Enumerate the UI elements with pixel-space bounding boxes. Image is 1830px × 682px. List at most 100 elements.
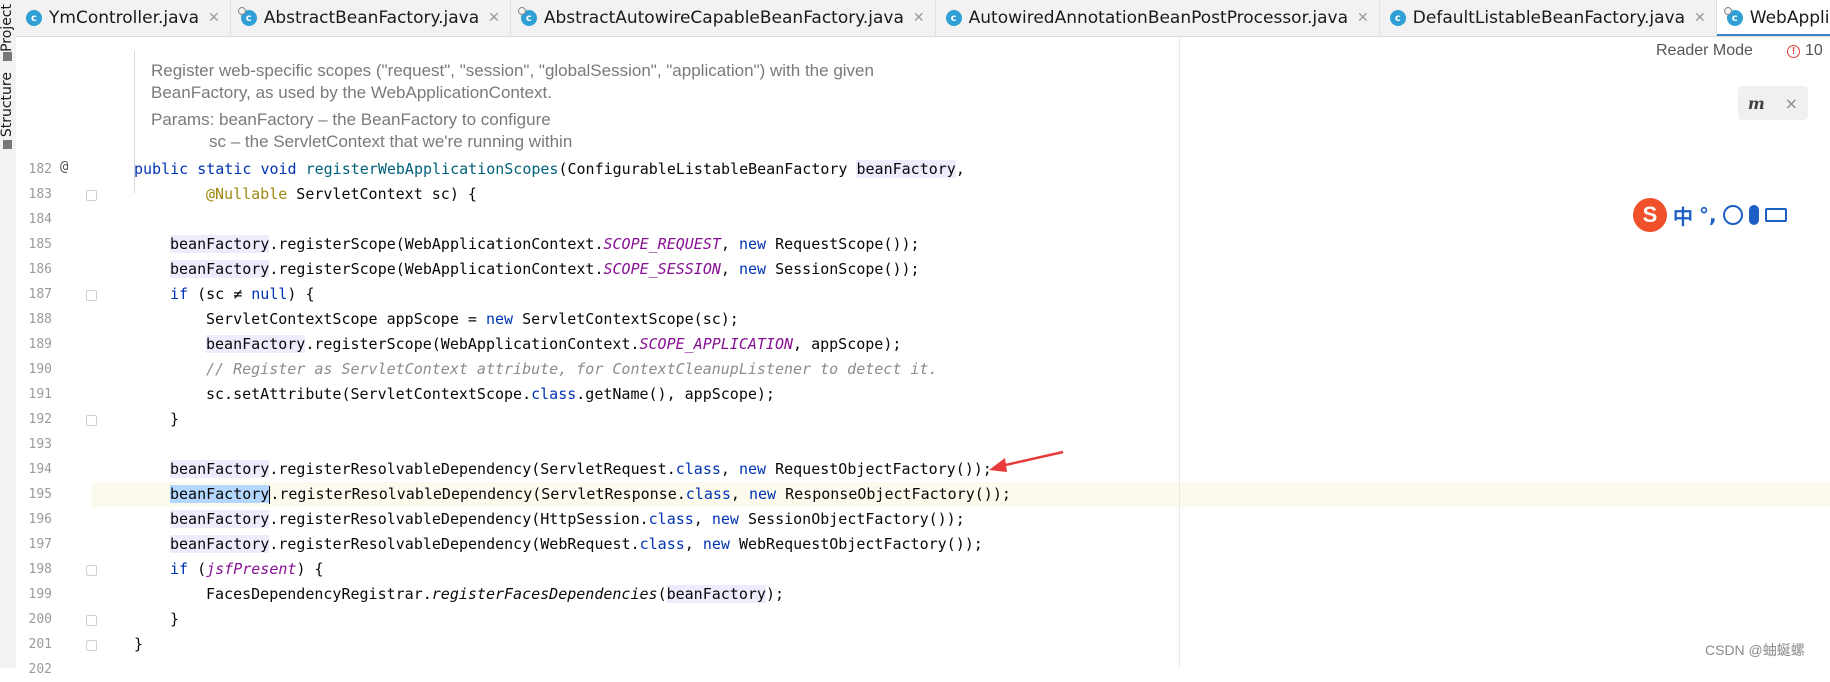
code-text: .registerResolvableDependency(WebRequest…	[269, 535, 640, 553]
code-line-186: beanFactory.registerScope(WebApplication…	[170, 257, 920, 282]
code-line-200: }	[170, 607, 179, 632]
class-icon: c	[237, 7, 257, 26]
line-number: 186	[28, 262, 52, 277]
parameter: beanFactory	[170, 260, 270, 278]
code-text: sc.setAttribute(ServletContextScope.	[206, 385, 532, 403]
code-text: ) {	[287, 285, 315, 303]
code-text: .getName(), appScope);	[576, 385, 775, 403]
close-icon[interactable]: ✕	[1357, 10, 1369, 26]
code-text: RequestObjectFactory());	[766, 460, 992, 478]
line-number: 195	[28, 487, 52, 502]
close-icon[interactable]: ✕	[913, 10, 925, 26]
close-icon[interactable]: ×	[1785, 94, 1798, 113]
code-text: ,	[955, 160, 965, 178]
problems-indicator[interactable]: ! 10	[1787, 42, 1823, 60]
parameter: beanFactory	[170, 535, 270, 553]
microphone-icon[interactable]	[1748, 205, 1759, 225]
parameter: beanFactory	[206, 335, 306, 353]
static-field: jsfPresent	[206, 560, 297, 578]
code-text: }	[170, 610, 180, 628]
arrow-shaft	[1000, 450, 1064, 468]
code-line-194: beanFactory.registerResolvableDependency…	[170, 457, 992, 482]
code-line-189: beanFactory.registerScope(WebApplication…	[206, 332, 901, 357]
watermark: CSDN @蚰蜒螺	[1705, 642, 1805, 658]
line-number: 187	[28, 287, 52, 302]
code-text: }	[134, 635, 144, 653]
keyword: class	[639, 535, 685, 553]
keyword: void	[260, 160, 297, 178]
editor-gutter[interactable]: 182 @ 183 184 185 186 187 188 189 190 19…	[16, 37, 97, 677]
tab-autowiredannotationbeanpostprocessor[interactable]: c AutowiredAnnotationBeanPostProcessor.j…	[936, 0, 1380, 36]
parameter: beanFactory	[666, 585, 766, 603]
keyword: null	[251, 285, 288, 303]
project-panel-tab[interactable]: Project	[0, 4, 15, 52]
code-editor[interactable]: Register web-specific scopes ("request",…	[92, 37, 1830, 668]
tab-ymcontroller[interactable]: c YmController.java ✕	[16, 0, 231, 36]
keyword: new	[702, 535, 730, 553]
line-number: 185	[28, 237, 52, 252]
code-text: ,	[693, 510, 712, 528]
line-number: 194	[28, 462, 52, 477]
static-field: SCOPE_REQUEST	[603, 235, 721, 253]
code-text: SessionObjectFactory());	[738, 510, 965, 528]
tab-defaultlistablebeanfactory[interactable]: c DefaultListableBeanFactory.java ✕	[1380, 0, 1717, 36]
static-field: SCOPE_APPLICATION	[639, 335, 794, 353]
method-name: registerWebApplicationScopes	[305, 160, 559, 178]
ime-language-toggle[interactable]: 中	[1673, 201, 1693, 230]
code-line-199: FacesDependencyRegistrar.registerFacesDe…	[206, 582, 784, 607]
ime-punctuation-toggle[interactable]: °,	[1699, 203, 1717, 227]
code-text: ) {	[296, 560, 324, 578]
sogou-logo-icon[interactable]: S	[1633, 198, 1667, 232]
tab-abstractbeanfactory[interactable]: c AbstractBeanFactory.java ✕	[231, 0, 511, 36]
line-number: 193	[28, 437, 52, 452]
line-number: 188	[28, 312, 52, 327]
project-icon[interactable]	[3, 52, 12, 61]
override-marker[interactable]: @	[60, 159, 68, 175]
code-text: (	[657, 585, 667, 603]
class-icon: c	[26, 10, 42, 26]
code-text: ServletContext sc) {	[287, 185, 477, 203]
code-line-183: @Nullable ServletContext sc) {	[206, 182, 477, 207]
code-text: .registerResolvableDependency(HttpSessio…	[269, 510, 649, 528]
structure-panel-tab[interactable]: Structure	[0, 72, 15, 137]
keyword: new	[711, 510, 739, 528]
tab-webapplicationcontextutils[interactable]: c WebApplicationContextUtils.java	[1716, 0, 1830, 36]
structure-icon[interactable]	[3, 140, 12, 149]
annotation: @Nullable	[206, 185, 288, 203]
code-text: ,	[730, 485, 749, 503]
close-icon[interactable]: ✕	[208, 10, 220, 26]
selected-parameter: beanFactory	[170, 485, 270, 503]
annotation-arrow	[989, 450, 1064, 472]
tab-label: AbstractAutowireCapableBeanFactory.java	[543, 8, 904, 28]
keyword: class	[648, 510, 694, 528]
left-tool-strip: Project Structure	[0, 0, 17, 668]
line-number: 200	[28, 612, 52, 627]
error-icon: !	[1787, 44, 1800, 58]
doc-line: Register web-specific scopes ("request",…	[151, 61, 874, 80]
code-text: ,	[720, 235, 739, 253]
line-number: 190	[28, 362, 52, 377]
tab-abstractautowirecapablebeanfactory[interactable]: c AbstractAutowireCapableBeanFactory.jav…	[511, 0, 936, 36]
reader-mode-toggle[interactable]: Reader Mode	[1656, 42, 1753, 60]
m-logo-icon[interactable]: m	[1748, 94, 1765, 113]
code-text: (	[188, 560, 207, 578]
close-icon[interactable]: ✕	[488, 10, 500, 26]
tab-label: YmController.java	[49, 8, 200, 28]
code-text: ,	[684, 535, 703, 553]
keyboard-icon[interactable]	[1764, 208, 1787, 222]
keyword: new	[485, 310, 514, 328]
code-line-185: beanFactory.registerScope(WebApplication…	[170, 232, 920, 257]
keyword: static	[197, 160, 252, 178]
line-number: 184	[28, 212, 52, 227]
code-text: ServletContextScope(sc);	[513, 310, 739, 328]
static-field: SCOPE_SESSION	[603, 260, 721, 278]
class-icon: c	[1389, 10, 1406, 26]
emoji-icon[interactable]	[1722, 205, 1743, 225]
code-text: ServletContextScope appScope =	[206, 310, 486, 328]
close-icon[interactable]: ✕	[1694, 10, 1706, 26]
keyword: new	[748, 485, 777, 503]
code-text: RequestScope());	[766, 235, 920, 253]
code-text: WebRequestObjectFactory());	[729, 535, 983, 553]
problems-count: 10	[1805, 42, 1823, 59]
parameter: beanFactory	[170, 460, 270, 478]
